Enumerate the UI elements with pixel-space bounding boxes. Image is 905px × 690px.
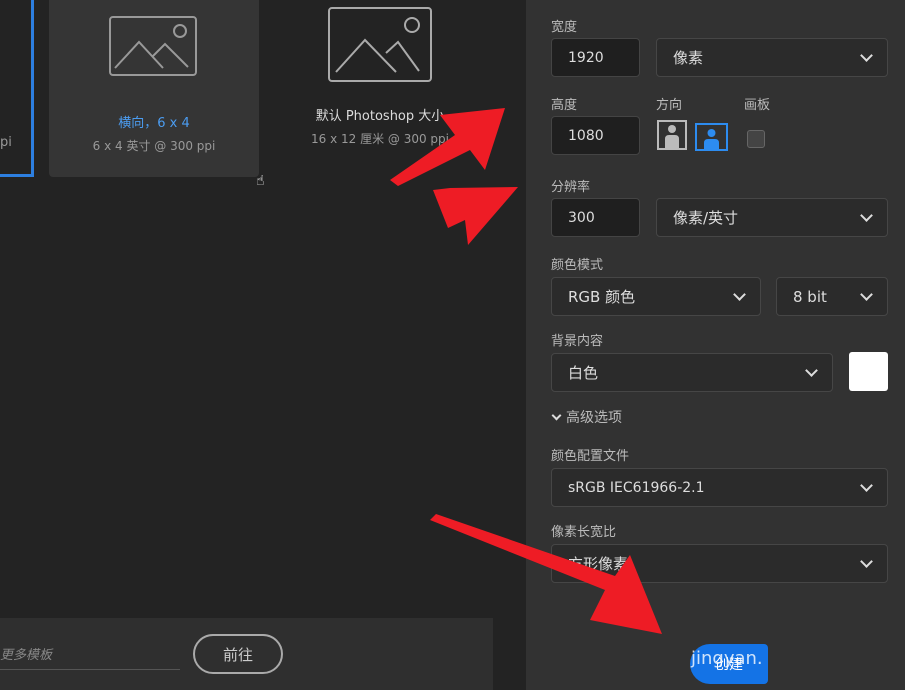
color-mode-label: 颜色模式 [551,258,604,273]
pixel-aspect-dropdown[interactable]: 方形像素 [551,544,888,583]
image-placeholder-icon [109,16,197,76]
chevron-down-icon [805,363,818,377]
color-profile-dropdown[interactable]: sRGB IEC61966-2.1 [551,468,888,507]
background-dropdown[interactable]: 白色 [551,353,833,392]
preset-subtitle: 6 x 4 英寸 @ 300 ppi [92,139,216,153]
resolution-unit-value: 像素/英寸 [673,209,739,227]
width-label: 宽度 [551,20,578,35]
artboard-label: 画板 [744,98,771,113]
orientation-label: 方向 [656,98,683,113]
preset-card-selected[interactable] [0,0,34,177]
presets-panel: pi 横向，6 x 4 6 x 4 英寸 @ 300 ppi 默认 Photos… [0,0,526,690]
chevron-down-icon [860,478,873,492]
color-profile-label: 颜色配置文件 [551,449,630,464]
portrait-orientation-button[interactable] [657,120,687,150]
resolution-input[interactable]: 300 [551,198,640,237]
color-mode-value: RGB 颜色 [568,288,636,306]
preset-card-default-photoshop[interactable]: 默认 Photoshop 大小 16 x 12 厘米 @ 300 ppi [290,0,470,177]
height-input[interactable]: 1080 [551,116,640,155]
pixel-aspect-value: 方形像素 [568,555,629,573]
width-unit-value: 像素 [673,49,704,67]
template-search-bar: 更多模板 前往 [0,618,493,690]
create-button[interactable]: 创建 [690,644,768,684]
width-unit-dropdown[interactable]: 像素 [656,38,888,77]
chevron-down-icon [733,287,746,301]
image-placeholder-icon [328,7,432,82]
preset-title: 默认 Photoshop 大小 [315,109,445,124]
bit-depth-dropdown[interactable]: 8 bit [776,277,888,316]
landscape-orientation-button[interactable] [695,123,728,151]
artboard-checkbox[interactable] [747,130,765,148]
advanced-options-toggle[interactable]: 高级选项 [551,407,622,427]
height-label: 高度 [551,98,578,113]
go-button[interactable]: 前往 [193,634,283,674]
preset-title: 横向，6 x 4 [118,116,190,131]
chevron-down-icon [860,554,873,568]
background-color-swatch[interactable] [849,352,888,391]
width-input[interactable]: 1920 [551,38,640,77]
color-mode-dropdown[interactable]: RGB 颜色 [551,277,761,316]
preset-subtitle: 16 x 12 厘米 @ 300 ppi [310,132,449,146]
chevron-down-icon [860,48,873,62]
bit-depth-value: 8 bit [793,287,827,306]
background-value: 白色 [568,364,599,382]
chevron-down-icon [860,208,873,222]
chevron-down-icon [860,287,873,301]
more-templates-input[interactable]: 更多模板 [0,644,180,670]
pixel-aspect-label: 像素长宽比 [551,525,617,540]
advanced-options-label: 高级选项 [566,410,622,426]
preset-card-landscape-6x4[interactable]: 横向，6 x 4 6 x 4 英寸 @ 300 ppi [49,0,259,177]
resolution-label: 分辨率 [551,180,591,195]
resolution-unit-dropdown[interactable]: 像素/英寸 [656,198,888,237]
chevron-down-icon [551,410,562,421]
background-label: 背景内容 [551,334,604,349]
hand-cursor-icon: ☝ [256,173,265,189]
color-profile-value: sRGB IEC61966-2.1 [568,479,705,496]
preset-subtitle-partial: pi [0,135,12,150]
